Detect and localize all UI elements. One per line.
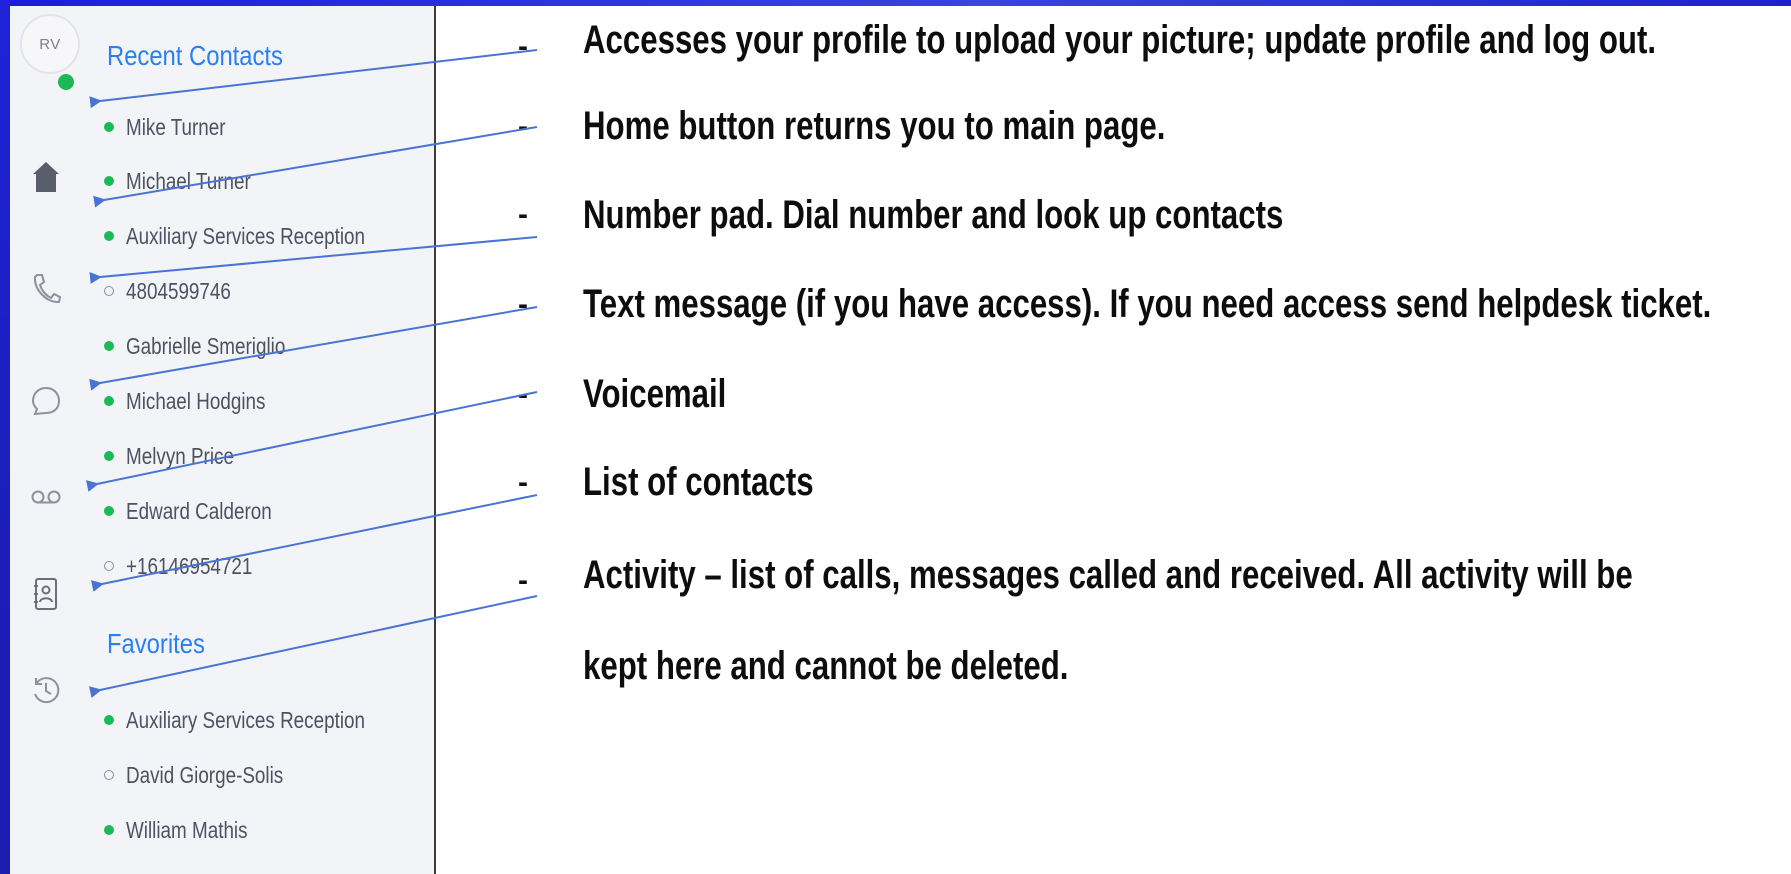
favorite-item[interactable]: William Mathis: [104, 815, 274, 845]
contact-item[interactable]: Mike Turner: [104, 112, 247, 142]
favorite-item[interactable]: Auxiliary Services Reception: [104, 705, 417, 735]
contact-name: Edward Calderon: [126, 497, 272, 524]
contact-name: 4804599746: [126, 277, 231, 304]
online-status-dot: [104, 396, 114, 406]
bullet-dash: -: [518, 30, 528, 63]
contact-name: Gabrielle Smeriglio: [126, 332, 286, 359]
description-text-message: Text message (if you have access). If yo…: [583, 282, 1712, 326]
contact-name: Auxiliary Services Reception: [126, 222, 365, 249]
phone-icon[interactable]: [26, 268, 66, 308]
contact-item[interactable]: Auxiliary Services Reception: [104, 221, 417, 251]
contact-name: Michael Turner: [126, 167, 251, 194]
online-status-dot: [104, 176, 114, 186]
recent-contacts-heading: Recent Contacts: [107, 40, 283, 71]
description-voicemail: Voicemail: [583, 372, 727, 416]
voicemail-icon[interactable]: [26, 477, 66, 517]
favorite-item[interactable]: David Giorge-Solis: [104, 760, 318, 790]
contacts-book-icon[interactable]: [26, 574, 66, 614]
contact-item[interactable]: Melvyn Price: [104, 441, 258, 471]
favorites-heading: Favorites: [107, 628, 205, 659]
avatar-initials: RV: [39, 35, 61, 53]
activity-history-icon[interactable]: [26, 670, 66, 710]
contact-item[interactable]: 4804599746: [104, 276, 254, 306]
online-status-dot: [104, 506, 114, 516]
contact-name: Melvyn Price: [126, 442, 234, 469]
offline-status-dot: [104, 286, 114, 296]
description-number-pad: Number pad. Dial number and look up cont…: [583, 193, 1284, 237]
contact-name: William Mathis: [126, 816, 248, 843]
bullet-dash: -: [518, 564, 528, 597]
bullet-dash: -: [518, 110, 528, 143]
contact-name: David Giorge-Solis: [126, 761, 284, 788]
online-status-dot: [104, 451, 114, 461]
online-status-dot: [104, 231, 114, 241]
contact-name: Michael Hodgins: [126, 387, 266, 414]
chat-icon[interactable]: [26, 381, 66, 421]
description-contacts: List of contacts: [583, 460, 814, 504]
offline-status-dot: [104, 561, 114, 571]
contact-item[interactable]: Michael Hodgins: [104, 386, 296, 416]
description-profile: Accesses your profile to upload your pic…: [583, 18, 1657, 62]
contact-item[interactable]: +16146954721: [104, 551, 280, 581]
description-activity: Activity – list of calls, messages calle…: [583, 553, 1633, 597]
online-status-dot: [104, 122, 114, 132]
offline-status-dot: [104, 770, 114, 780]
slide-frame-left: [0, 0, 10, 874]
profile-avatar[interactable]: RV: [20, 14, 80, 74]
description-activity-continued: kept here and cannot be deleted.: [583, 644, 1069, 688]
contact-item[interactable]: Edward Calderon: [104, 496, 304, 526]
contact-item[interactable]: Gabrielle Smeriglio: [104, 331, 320, 361]
panel-divider: [434, 6, 436, 874]
contact-name: Mike Turner: [126, 113, 226, 140]
bullet-dash: -: [518, 466, 528, 499]
avatar-status-indicator: [58, 74, 74, 90]
online-status-dot: [104, 825, 114, 835]
bullet-dash: -: [518, 378, 528, 411]
contact-item[interactable]: Michael Turner: [104, 166, 278, 196]
contact-name: Auxiliary Services Reception: [126, 706, 365, 733]
bullet-dash: -: [518, 288, 528, 321]
contact-name: +16146954721: [126, 552, 253, 579]
online-status-dot: [104, 341, 114, 351]
bullet-dash: -: [518, 198, 528, 231]
home-icon[interactable]: [26, 157, 66, 197]
online-status-dot: [104, 715, 114, 725]
description-home: Home button returns you to main page.: [583, 104, 1166, 148]
